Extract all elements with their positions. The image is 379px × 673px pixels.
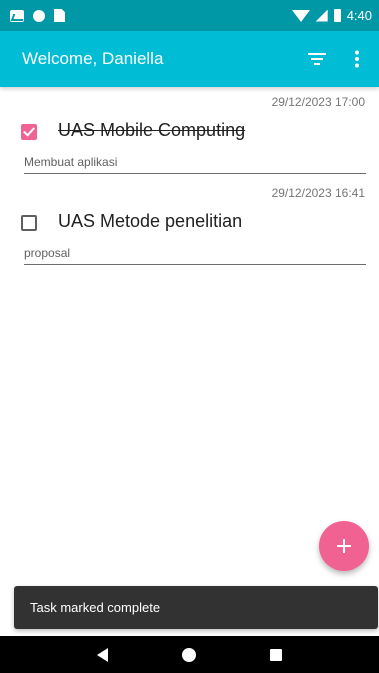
task-item[interactable]: 29/12/2023 16:41 UAS Metode penelitian p…: [0, 178, 379, 269]
circle-icon: [33, 9, 45, 22]
status-right-icons: 4:40: [291, 8, 372, 23]
checkmark-icon: [23, 127, 35, 137]
task-description[interactable]: proposal: [24, 246, 366, 265]
back-icon[interactable]: [97, 647, 108, 662]
wifi-icon: [291, 9, 310, 22]
task-checkbox-unchecked[interactable]: [21, 215, 37, 231]
task-description[interactable]: Membuat aplikasi: [24, 155, 366, 174]
task-title: UAS Mobile Computing: [58, 120, 246, 140]
status-time: 4:40: [346, 8, 372, 23]
overflow-menu-icon[interactable]: [345, 47, 369, 71]
task-date: 29/12/2023 17:00: [271, 95, 365, 109]
home-icon[interactable]: [182, 647, 196, 662]
app-bar-actions: [305, 47, 369, 71]
snackbar: Task marked complete: [14, 586, 378, 629]
sd-card-icon: [54, 9, 65, 22]
status-bar: 4:40: [0, 0, 379, 31]
app-title: Welcome, Daniella: [22, 49, 164, 68]
task-item[interactable]: 29/12/2023 17:00 UAS Mobile Computing Me…: [0, 87, 379, 178]
task-title: UAS Metode penelitian: [58, 211, 243, 231]
add-task-button[interactable]: [319, 521, 369, 571]
navigation-bar: [0, 636, 379, 673]
task-checkbox-checked[interactable]: [21, 124, 37, 140]
battery-icon: [333, 9, 341, 22]
signal-icon: [315, 9, 328, 22]
snackbar-message: Task marked complete: [30, 600, 161, 615]
task-date: 29/12/2023 16:41: [271, 186, 365, 200]
filter-icon[interactable]: [305, 47, 329, 71]
add-icon: [337, 539, 351, 553]
task-list: 29/12/2023 17:00 UAS Mobile Computing Me…: [0, 87, 379, 269]
status-left-icons: [10, 9, 65, 22]
recents-icon[interactable]: [270, 648, 282, 661]
activity-icon: [10, 9, 24, 22]
app-bar: Welcome, Daniella: [0, 31, 379, 87]
